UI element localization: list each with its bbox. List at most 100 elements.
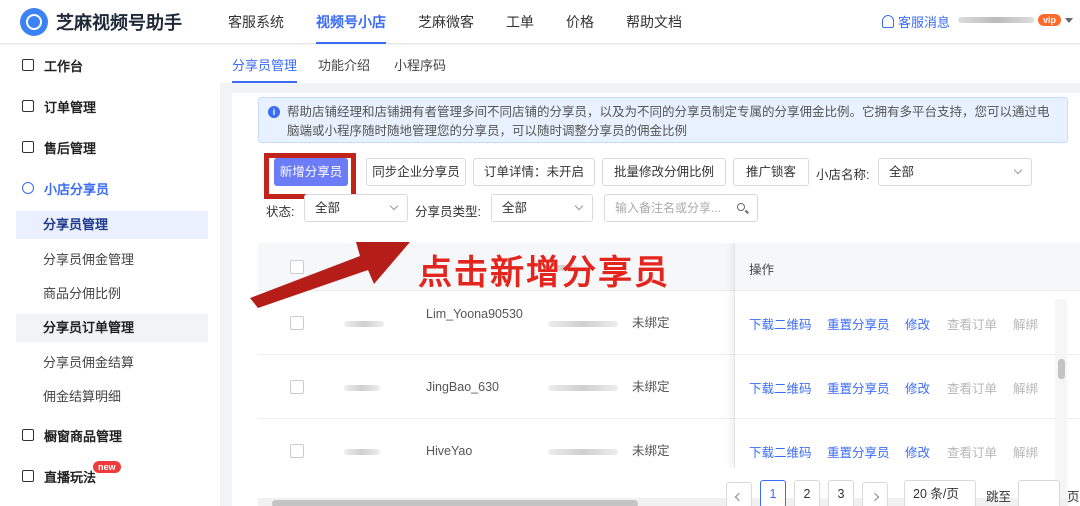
sidebar-sub-sharer-orders[interactable]: 分享员订单管理 [16,314,208,342]
operation-header: 操作 [735,243,1080,291]
top-navbar: 芝麻视频号助手 客服系统 视频号小店 芝麻微客 工单 价格 帮助文档 客服消息 … [0,0,1080,44]
sidebar-item-orders[interactable]: 订单管理 [22,96,248,116]
sidebar-item-label: 橱窗商品管理 [44,428,123,444]
kefu-messages-link[interactable]: 客服消息 [882,12,950,31]
row-checkbox[interactable] [290,316,304,330]
vip-badge: vip [1038,14,1062,26]
sidebar: 工作台 订单管理 售后管理 小店分享员 分享员管理 分享员佣金管理 商品分佣比例… [0,45,261,506]
sharer-nickname: Lim_Yoona90530 [426,307,523,321]
bell-icon [882,15,894,28]
unbind-link[interactable]: 解绑 [1013,442,1038,461]
page-size-select[interactable]: 20 条/页 [904,480,976,506]
sidebar-item-live[interactable]: 直播玩法 [22,466,96,486]
download-qrcode-link[interactable]: 下载二维码 [749,314,812,333]
search-placeholder: 输入备注名或分享... [615,201,722,215]
sync-enterprise-button[interactable]: 同步企业分享员 [366,158,466,186]
edit-link[interactable]: 修改 [905,442,930,461]
shop-name-select[interactable]: 全部 [878,158,1032,186]
app-title: 芝麻视频号助手 [56,13,182,33]
chevron-down-icon [389,201,399,211]
nav-help-docs[interactable]: 帮助文档 [626,0,682,44]
masked-id [548,449,618,455]
tab-miniprogram-code[interactable]: 小程序码 [394,55,446,74]
nav-zhima-weike[interactable]: 芝麻微客 [418,0,474,44]
sharer-icon [22,182,34,194]
batch-ratio-button[interactable]: 批量修改分佣比例 [602,158,726,186]
view-orders-link[interactable]: 查看订单 [947,314,997,333]
sharer-type-select[interactable]: 全部 [491,194,593,222]
search-input[interactable]: 输入备注名或分享... [604,194,758,222]
live-icon [22,470,34,482]
user-menu[interactable]: vip [958,14,1074,26]
sidebar-sub-sharer-manage[interactable]: 分享员管理 [16,211,208,239]
scroll-thumb[interactable] [272,500,638,506]
view-orders-link[interactable]: 查看订单 [947,442,997,461]
kefu-messages-label: 客服消息 [898,15,951,30]
sidebar-item-aftersale[interactable]: 售后管理 [22,137,248,157]
jump-page-input[interactable] [1018,480,1060,506]
nav-video-shop[interactable]: 视频号小店 [316,0,386,44]
download-qrcode-link[interactable]: 下载二维码 [749,378,812,397]
unbind-link[interactable]: 解绑 [1013,314,1038,333]
sidebar-item-label: 订单管理 [44,99,97,115]
add-sharer-button[interactable]: 新增分享员 [274,158,348,186]
prev-page-button[interactable] [726,482,752,506]
page-1-button[interactable]: 1 [760,480,786,506]
sidebar-sub-commission-settle[interactable]: 分享员佣金结算 [16,349,208,377]
status-select[interactable]: 全部 [304,194,408,222]
reset-sharer-link[interactable]: 重置分享员 [827,314,890,333]
operation-header-label: 操作 [749,263,775,277]
sidebar-item-label: 售后管理 [44,140,97,156]
operation-column: 操作 下载二维码 重置分享员 修改 查看订单 解绑 下载二维码 重置分享员 修改… [734,243,1080,468]
page-size-value: 20 条/页 [913,487,959,501]
search-icon [737,203,745,211]
sidebar-item-label: 直播玩法 [44,469,97,485]
status-label: 状态: [266,205,295,219]
page-3-button[interactable]: 3 [828,480,854,506]
masked-remark [344,385,380,391]
shop-name-value: 全部 [889,165,915,179]
sidebar-item-workbench[interactable]: 工作台 [22,55,83,75]
sidebar-sub-product-ratio[interactable]: 商品分佣比例 [16,280,208,308]
download-qrcode-link[interactable]: 下载二维码 [749,442,812,461]
sharer-nickname: JingBao_630 [426,380,499,394]
promote-lock-button[interactable]: 推广锁客 [733,158,809,186]
page-2-button[interactable]: 2 [794,480,820,506]
chevron-down-icon [1013,165,1023,175]
next-page-button[interactable] [862,482,888,506]
sidebar-item-window[interactable]: 橱窗商品管理 [22,425,122,445]
view-orders-link[interactable]: 查看订单 [947,378,997,397]
info-banner: i 帮助店铺经理和店铺拥有者管理多间不同店铺的分享员，以及为不同的分享员制定专属… [258,97,1068,143]
tab-sharer-manage[interactable]: 分享员管理 [232,55,298,83]
reset-sharer-link[interactable]: 重置分享员 [827,442,890,461]
bind-status: 未绑定 [632,444,670,458]
nav-price[interactable]: 价格 [566,0,594,44]
bind-status: 未绑定 [632,316,670,330]
sub-tabs: 分享员管理 功能介绍 小程序码 [220,45,1080,83]
edit-link[interactable]: 修改 [905,378,930,397]
unbind-link[interactable]: 解绑 [1013,378,1038,397]
row-checkbox[interactable] [290,380,304,394]
row-checkbox[interactable] [290,444,304,458]
aftersale-icon [22,141,34,153]
reset-sharer-link[interactable]: 重置分享员 [827,378,890,397]
nav-ticket[interactable]: 工单 [506,0,534,44]
order-detail-button[interactable]: 订单详情：未开启 [473,158,595,186]
sidebar-sub-commission-manage[interactable]: 分享员佣金管理 [16,246,208,274]
annotation-arrow [250,242,410,308]
page-suffix-label: 页 [1067,490,1080,504]
sidebar-item-label: 工作台 [44,58,84,74]
bind-status: 未绑定 [632,380,670,394]
masked-id [548,385,618,391]
sidebar-sub-settle-detail[interactable]: 佣金结算明细 [16,383,208,411]
nav-kefu-system[interactable]: 客服系统 [228,0,284,44]
edit-link[interactable]: 修改 [905,314,930,333]
app-logo[interactable]: 芝麻视频号助手 [20,8,182,36]
chevron-right-icon [870,492,880,502]
tab-feature-intro[interactable]: 功能介绍 [318,55,370,74]
sidebar-item-sharer[interactable]: 小店分享员 [22,178,261,198]
shop-name-label: 小店名称: [816,168,870,182]
vertical-scrollbar[interactable] [1055,299,1067,505]
scroll-thumb[interactable] [1058,359,1065,379]
new-badge: new [93,461,121,473]
